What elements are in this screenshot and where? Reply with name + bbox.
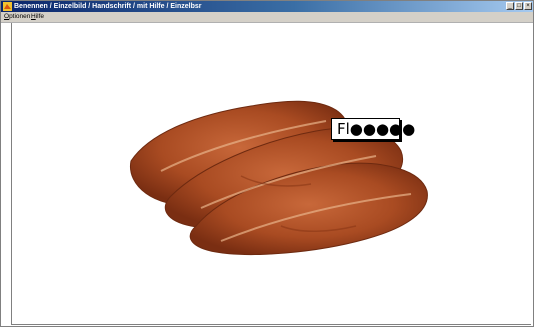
title-bar[interactable]: Benennen / Einzelbild / Handschrift / mi…	[1, 1, 533, 12]
hidden-letters: ●●●●●	[349, 120, 416, 138]
window-title: Benennen / Einzelbild / Handschrift / mi…	[14, 3, 202, 10]
app-window: Benennen / Einzelbild / Handschrift / mi…	[0, 0, 534, 327]
menu-optionen[interactable]: Optionen	[4, 12, 30, 22]
close-button[interactable]: ×	[524, 2, 532, 10]
menu-hilfe-label: ilfe	[35, 13, 45, 20]
minimize-button[interactable]: _	[506, 2, 514, 10]
menu-bar: Optionen Hilfe	[1, 12, 533, 23]
answer-input[interactable]: Fl●●●●●	[331, 118, 415, 140]
maximize-button[interactable]: □	[515, 2, 523, 10]
menu-optionen-label: ptionen	[9, 13, 31, 20]
app-icon	[3, 2, 12, 11]
menu-hilfe[interactable]: Hilfe	[31, 12, 44, 22]
meat-slices-image	[130, 100, 428, 255]
maximize-icon: □	[517, 3, 521, 9]
minimize-icon: _	[508, 3, 512, 9]
close-icon: ×	[526, 3, 530, 9]
typed-text: Fl	[337, 120, 350, 138]
